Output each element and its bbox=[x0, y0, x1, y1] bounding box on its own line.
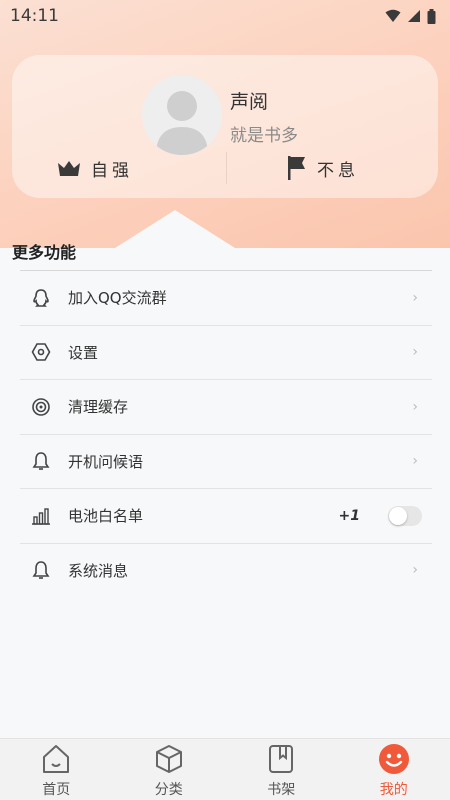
stat-divider bbox=[226, 152, 227, 184]
signal-icon bbox=[408, 10, 420, 22]
user-bio: 就是书多 bbox=[230, 126, 298, 146]
wifi-icon bbox=[385, 9, 401, 22]
status-time: 14:11 bbox=[10, 6, 59, 26]
tab-label: 书架 bbox=[267, 782, 296, 798]
menu-item-battery-whitelist[interactable]: 电池白名单 +1 bbox=[20, 488, 432, 543]
smiley-profile-icon bbox=[378, 743, 410, 775]
default-avatar-icon bbox=[142, 75, 222, 155]
section-title: 更多功能 bbox=[12, 243, 77, 262]
menu-label: 电池白名单 bbox=[68, 507, 144, 526]
chevron-right-icon: › bbox=[412, 344, 418, 361]
flag-icon bbox=[288, 156, 305, 180]
tab-label: 我的 bbox=[379, 782, 408, 798]
header-notch bbox=[115, 210, 235, 248]
stat-self-strengthening[interactable]: 自强 bbox=[57, 154, 133, 182]
user-name[interactable]: 声阅 bbox=[230, 87, 268, 114]
menu-item-clear-cache[interactable]: 清理缓存 › bbox=[20, 379, 432, 434]
menu-label: 清理缓存 bbox=[68, 398, 129, 417]
category-box-icon bbox=[153, 743, 185, 775]
tab-mine[interactable]: 我的 bbox=[338, 739, 450, 800]
tab-home[interactable]: 首页 bbox=[0, 739, 113, 800]
feature-menu: 加入QQ交流群 › 设置 › 清理缓存 › 开机问候语 › 电池白名单 +1 系… bbox=[20, 270, 432, 597]
menu-label: 加入QQ交流群 bbox=[68, 289, 167, 308]
clean-cache-icon bbox=[30, 396, 52, 418]
crown-icon bbox=[58, 161, 80, 176]
chevron-right-icon: › bbox=[412, 398, 418, 415]
stat-right-label: 不息 bbox=[317, 160, 359, 181]
toggle-knob bbox=[389, 506, 407, 525]
battery-whitelist-icon bbox=[30, 505, 52, 527]
bell-icon bbox=[30, 450, 52, 472]
status-icons bbox=[385, 8, 436, 24]
menu-label: 设置 bbox=[68, 343, 99, 362]
tab-label: 首页 bbox=[42, 782, 71, 798]
menu-item-join-qq-group[interactable]: 加入QQ交流群 › bbox=[20, 270, 432, 325]
menu-item-system-messages[interactable]: 系统消息 › bbox=[20, 542, 432, 598]
tab-bookshelf[interactable]: 书架 bbox=[225, 739, 338, 800]
bookshelf-icon bbox=[265, 743, 297, 775]
menu-item-startup-greeting[interactable]: 开机问候语 › bbox=[20, 433, 432, 489]
avatar[interactable] bbox=[142, 75, 222, 155]
tab-label: 分类 bbox=[154, 782, 183, 798]
qq-icon bbox=[30, 287, 52, 309]
settings-hexagon-icon bbox=[30, 341, 52, 363]
bottom-tab-bar: 首页 分类 书架 我的 bbox=[0, 738, 450, 800]
status-bar: 14:11 bbox=[0, 0, 450, 32]
stat-left-label: 自强 bbox=[91, 160, 133, 181]
chevron-right-icon: › bbox=[412, 289, 418, 306]
notification-bell-icon bbox=[30, 559, 52, 581]
chevron-right-icon: › bbox=[412, 453, 418, 470]
stat-ceaseless[interactable]: 不息 bbox=[287, 154, 359, 182]
menu-label: 系统消息 bbox=[68, 561, 129, 580]
chevron-right-icon: › bbox=[412, 562, 418, 579]
tab-category[interactable]: 分类 bbox=[113, 739, 226, 800]
menu-label: 开机问候语 bbox=[68, 452, 144, 471]
menu-item-settings[interactable]: 设置 › bbox=[20, 324, 432, 380]
home-icon bbox=[40, 743, 72, 775]
plus-one-badge: +1 bbox=[338, 507, 360, 524]
battery-whitelist-toggle[interactable] bbox=[388, 505, 422, 526]
battery-icon bbox=[427, 8, 436, 24]
